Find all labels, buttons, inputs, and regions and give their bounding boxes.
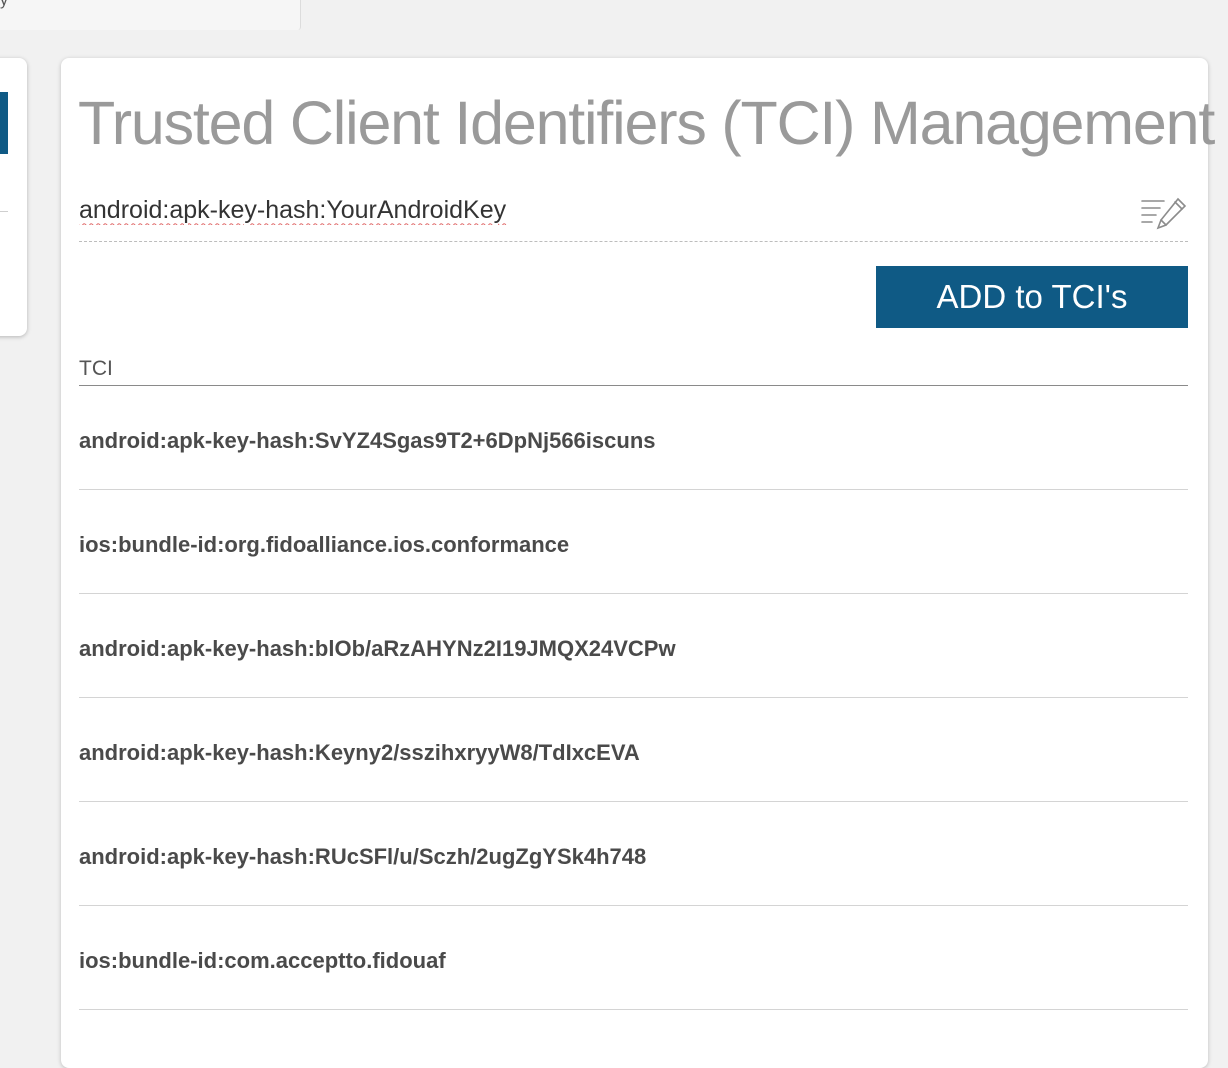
- tci-input[interactable]: [79, 190, 1119, 230]
- tci-column-header: TCI: [79, 357, 113, 380]
- tci-row-label: android:apk-key-hash:RUcSFl/u/Sczh/2ugZg…: [79, 844, 647, 869]
- tci-table-header: TCI: [79, 348, 1188, 386]
- top-panel-glyph: y: [0, 0, 8, 9]
- tci-row-label: android:apk-key-hash:Keyny2/sszihxryyW8/…: [79, 740, 640, 765]
- add-to-tci-button[interactable]: ADD to TCI's: [876, 266, 1188, 328]
- tci-input-row: [79, 186, 1188, 242]
- tci-row[interactable]: ios:bundle-id:com.acceptto.fidouaf: [79, 906, 1188, 1010]
- tci-row[interactable]: android:apk-key-hash:Keyny2/sszihxryyW8/…: [79, 698, 1188, 802]
- page-title: Trusted Client Identifiers (TCI) Managem…: [78, 89, 1215, 157]
- sidebar-divider: [0, 211, 8, 212]
- edit-list-icon[interactable]: [1140, 196, 1188, 232]
- tci-row[interactable]: ios:bundle-id:org.fidoalliance.ios.confo…: [79, 490, 1188, 594]
- tci-row-label: android:apk-key-hash:blOb/aRzAHYNz2I19JM…: [79, 636, 676, 661]
- tci-row-label: ios:bundle-id:com.acceptto.fidouaf: [79, 948, 446, 973]
- tci-list: android:apk-key-hash:SvYZ4Sgas9T2+6DpNj5…: [79, 386, 1188, 1010]
- tci-row-label: android:apk-key-hash:SvYZ4Sgas9T2+6DpNj5…: [79, 428, 656, 453]
- top-panel: y: [0, 0, 301, 30]
- tci-row[interactable]: android:apk-key-hash:RUcSFl/u/Sczh/2ugZg…: [79, 802, 1188, 906]
- left-sidebar-card: [0, 58, 27, 336]
- tci-management-card: Trusted Client Identifiers (TCI) Managem…: [61, 58, 1215, 1068]
- tci-row[interactable]: android:apk-key-hash:blOb/aRzAHYNz2I19JM…: [79, 594, 1188, 698]
- sidebar-active-item[interactable]: [0, 92, 8, 154]
- tci-row[interactable]: android:apk-key-hash:SvYZ4Sgas9T2+6DpNj5…: [79, 386, 1188, 490]
- tci-row-label: ios:bundle-id:org.fidoalliance.ios.confo…: [79, 532, 570, 557]
